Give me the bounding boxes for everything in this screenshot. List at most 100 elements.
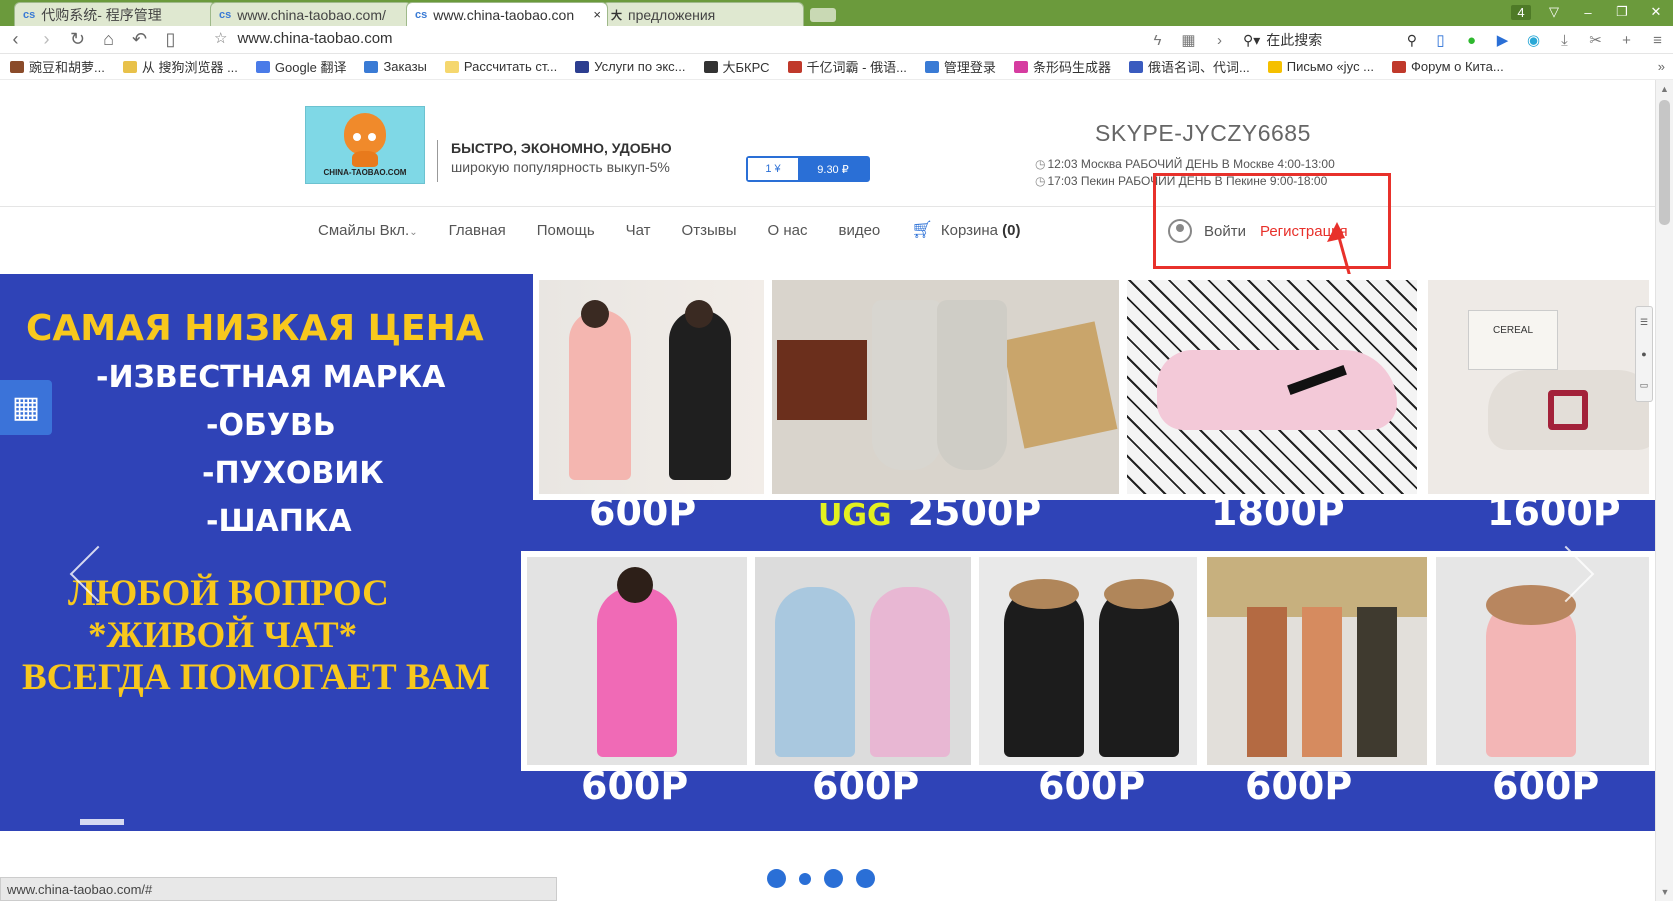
download-icon[interactable]: ⤓ <box>1549 32 1580 49</box>
add-icon[interactable]: + <box>1611 32 1642 49</box>
nav-home[interactable]: Главная <box>449 222 506 239</box>
product-photo[interactable] <box>521 551 753 771</box>
skype-contact[interactable]: SKYPE-JYCZY6685 <box>1095 120 1311 147</box>
slogan-subtitle: широкую популярность выкуп-5% <box>451 159 670 175</box>
product-photo[interactable]: CEREAL <box>1422 274 1655 500</box>
window-count-badge[interactable]: 4 <box>1511 4 1531 20</box>
user-side-icon[interactable]: ● <box>1641 349 1646 359</box>
shirt-icon[interactable]: ▽ <box>1537 4 1571 20</box>
nav-help[interactable]: Помощь <box>537 222 595 239</box>
search-input[interactable]: 在此搜索 <box>1266 30 1406 50</box>
tab-admin[interactable]: cs 代购系统- 程序管理 <box>14 2 216 26</box>
status-bar: www.china-taobao.com/# <box>0 877 557 901</box>
nav-cart[interactable]: 🛒︎ Корзина (0) <box>911 220 1020 240</box>
bookmark-item[interactable]: Заказы <box>364 59 427 74</box>
product-photo[interactable] <box>749 551 977 771</box>
forward-small-icon[interactable]: › <box>1204 32 1235 49</box>
exchange-rate-widget[interactable]: 1 ¥ 9.30 ₽ <box>746 156 870 182</box>
reader-icon[interactable]: ▯ <box>155 29 186 50</box>
close-window-icon[interactable]: ✕ <box>1639 4 1673 20</box>
nav-video[interactable]: видео <box>838 222 880 239</box>
home-icon[interactable]: ⌂ <box>93 29 124 50</box>
bookmark-item[interactable]: Форум о Кита... <box>1392 59 1504 74</box>
bookmark-item[interactable]: 千亿词霸 - 俄语... <box>787 57 907 76</box>
bookmark-icon <box>1128 60 1143 73</box>
bookmark-item[interactable]: 条形码生成器 <box>1013 57 1111 76</box>
web-page: CHINA-TAOBAO.COM БЫСТРО, ЭКОНОМНО, УДОБН… <box>0 80 1655 901</box>
translate-icon[interactable]: ◉ <box>1518 31 1549 49</box>
reload-icon[interactable]: ↻ <box>62 29 93 50</box>
carousel-dots <box>767 869 888 888</box>
product-photo[interactable] <box>1201 551 1433 771</box>
nav-about[interactable]: О нас <box>768 222 808 239</box>
bookmark-item[interactable]: Рассчитать ст... <box>444 59 557 74</box>
bookmark-item[interactable]: 豌豆和胡萝... <box>10 57 105 76</box>
banner-line-down: -ПУХОВИК <box>202 456 384 491</box>
scroll-thumb[interactable] <box>1659 100 1670 225</box>
carousel-dot[interactable] <box>767 869 786 888</box>
scroll-down-icon[interactable]: ▼ <box>1656 887 1673 897</box>
vertical-scrollbar[interactable]: ▲ ▼ <box>1655 80 1673 901</box>
product-photo[interactable] <box>1121 274 1423 500</box>
minimize-icon[interactable]: – <box>1571 5 1605 20</box>
new-tab-button[interactable] <box>810 8 836 22</box>
bookmark-icon <box>444 60 459 73</box>
back-icon[interactable]: ‹ <box>0 29 31 50</box>
lightning-icon[interactable]: ϟ <box>1142 32 1173 49</box>
nav-smileys[interactable]: Смайлы Вкл.⌄ <box>318 222 418 239</box>
brand-label: UGG <box>818 498 892 533</box>
tab-china-taobao-active[interactable]: cs www.china-taobao.con × <box>406 2 608 26</box>
banner-line-shoes: -ОБУВЬ <box>206 408 336 443</box>
search-icon[interactable]: ⚲ <box>1407 32 1417 49</box>
search-box[interactable]: ⚲▾ 在此搜索 ⚲ <box>1235 29 1425 51</box>
search-engine-icon[interactable]: ⚲▾ <box>1243 32 1260 49</box>
play-icon[interactable]: ▶ <box>1487 31 1518 49</box>
tab-china-taobao[interactable]: cs www.china-taobao.com/ <box>210 2 412 26</box>
product-photo[interactable] <box>1430 551 1655 771</box>
menu-icon[interactable]: ≡ <box>1642 32 1673 49</box>
bookmarks-more-icon[interactable]: » <box>1658 59 1665 74</box>
tab-predlozheniya[interactable]: 大 предложения <box>602 2 804 26</box>
bookmark-item[interactable]: 俄语名词、代词... <box>1128 57 1250 76</box>
bookmark-item[interactable]: Услуги по экс... <box>575 59 686 74</box>
star-icon[interactable]: ☆ <box>214 29 227 47</box>
chat-side-icon[interactable]: ☰ <box>1640 317 1648 328</box>
wechat-icon[interactable]: ● <box>1456 32 1487 49</box>
bookmark-icon <box>10 60 24 73</box>
nav-chat[interactable]: Чат <box>626 222 651 239</box>
moscow-time: ◷ 12:03 Москва РАБОЧИЙ ДЕНЬ В Москве 4:00… <box>1035 157 1335 171</box>
price-label: 600Р <box>1245 764 1353 808</box>
scissors-icon[interactable]: ✂ <box>1580 31 1611 49</box>
bookmark-icon <box>1013 60 1028 73</box>
message-side-icon[interactable]: ▭ <box>1640 380 1649 391</box>
carousel-dot[interactable] <box>856 869 875 888</box>
grid-icon[interactable]: ▦ <box>1173 31 1204 49</box>
mascot-image <box>344 113 386 155</box>
product-photo[interactable] <box>973 551 1203 771</box>
scroll-up-icon[interactable]: ▲ <box>1656 84 1673 94</box>
bookmark-item[interactable]: 大БКРС <box>703 57 770 76</box>
banner-line-brand: -ИЗВЕСТНАЯ МАРКА <box>96 360 446 395</box>
bookmark-item[interactable]: 从 搜狗浏览器 ... <box>122 57 238 76</box>
carousel-dot[interactable] <box>824 869 843 888</box>
product-photo[interactable] <box>533 274 770 500</box>
promo-banner[interactable]: САМАЯ НИЗКАЯ ЦЕНА -ИЗВЕСТНАЯ МАРКА -ОБУВ… <box>0 274 1655 831</box>
carousel-dot[interactable] <box>799 872 811 885</box>
close-tab-icon[interactable]: × <box>593 7 601 22</box>
forward-icon[interactable]: › <box>31 29 62 50</box>
side-widget[interactable]: ☰ ● ▭ <box>1635 306 1653 402</box>
nav-reviews[interactable]: Отзывы <box>682 222 737 239</box>
address-bar[interactable]: ☆ www.china-taobao.com <box>214 29 393 48</box>
site-logo[interactable]: CHINA-TAOBAO.COM <box>305 106 425 184</box>
phone-icon[interactable]: ▯ <box>1425 31 1456 49</box>
address-url[interactable]: www.china-taobao.com <box>237 30 392 47</box>
bookmark-item[interactable]: 管理登录 <box>924 57 996 76</box>
banner-line-hat: -ШАПКА <box>206 504 352 539</box>
calculator-icon[interactable]: ▦ <box>0 380 52 435</box>
bookmark-item[interactable]: Google 翻译 <box>255 57 346 76</box>
cart-icon: 🛒︎ <box>911 220 933 239</box>
product-photo[interactable] <box>766 274 1125 500</box>
restore-icon[interactable]: ❐ <box>1605 4 1639 20</box>
undo-icon[interactable]: ↶ <box>124 29 155 50</box>
bookmark-item[interactable]: Письмо «jyc ... <box>1267 59 1374 74</box>
